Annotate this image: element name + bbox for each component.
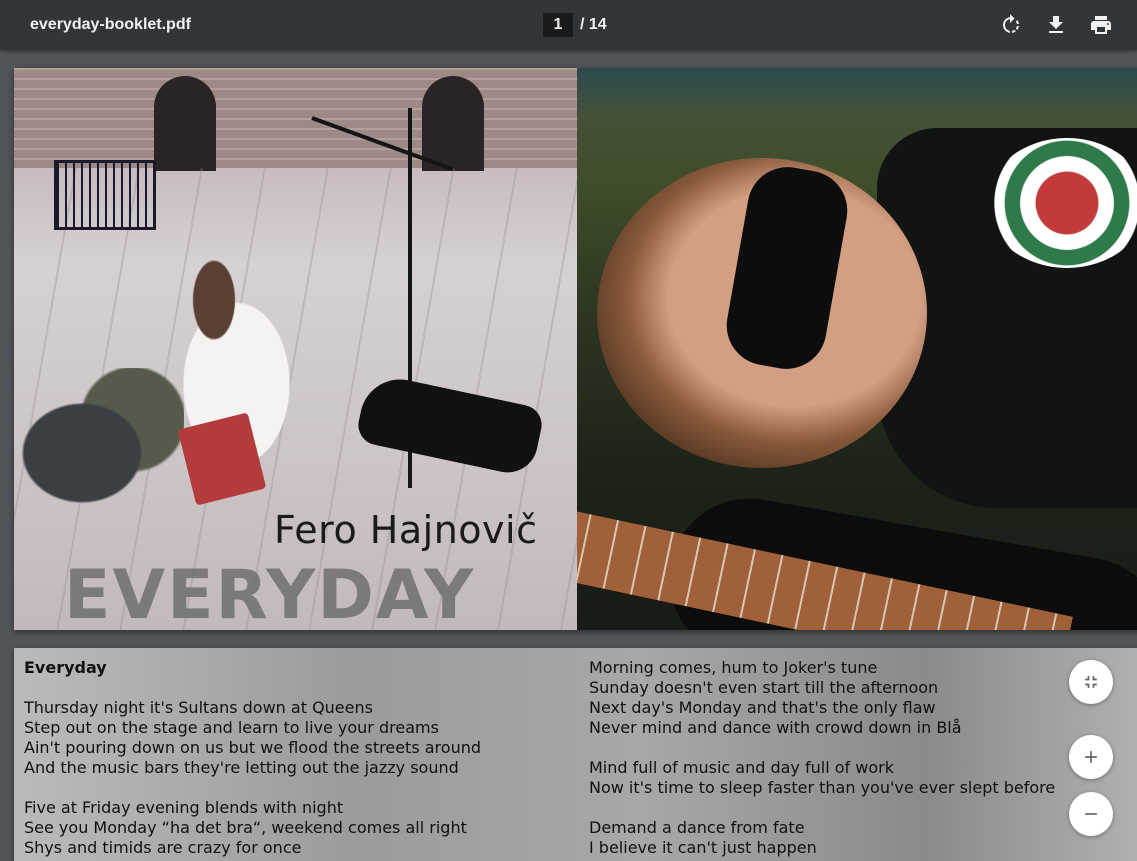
lyrics-line: Never mind and dance with crowd down in … bbox=[589, 718, 962, 737]
building-arch bbox=[154, 76, 216, 171]
lyrics-column-right: Morning comes, hum to Joker's tune Sunda… bbox=[589, 658, 1129, 861]
zoom-in-icon bbox=[1085, 751, 1097, 763]
lyrics-line: I believe it can't just happen bbox=[589, 838, 817, 857]
lyrics-line: Next day's Monday and that's the only fl… bbox=[589, 698, 936, 717]
lyrics-line: And the music bars they're letting out t… bbox=[24, 758, 459, 777]
pdf-page-2: Everyday Thursday night it's Sultans dow… bbox=[14, 648, 1137, 861]
rotate-clockwise-icon[interactable] bbox=[997, 11, 1025, 39]
lyrics-line: Demand a dance from fate bbox=[589, 818, 805, 837]
cover-photo-lying-guitarist bbox=[577, 68, 1137, 630]
download-icon[interactable] bbox=[1042, 11, 1070, 39]
lyrics-stanza: Thursday night it's Sultans down at Quee… bbox=[24, 698, 584, 778]
pdf-toolbar: everyday-booklet.pdf / 14 bbox=[0, 0, 1137, 50]
lyrics-stanza: Mind full of music and day full of work … bbox=[589, 758, 1129, 798]
lyrics-stanza: Five at Friday evening blends with night… bbox=[24, 798, 584, 858]
page-navigator: / 14 bbox=[543, 12, 607, 38]
page-number-input[interactable] bbox=[543, 13, 573, 37]
artist-name: Fero Hajnovič bbox=[274, 508, 538, 552]
zoom-out-button[interactable] bbox=[1069, 792, 1113, 836]
lyrics-line: Mind full of music and day full of work bbox=[589, 758, 894, 777]
shirt-badge bbox=[987, 138, 1137, 268]
lyrics-line: Ain't pouring down on us but we flood th… bbox=[24, 738, 482, 757]
lyrics-column-left: Everyday Thursday night it's Sultans dow… bbox=[24, 658, 584, 861]
lyrics-line: Morning comes, hum to Joker's tune bbox=[589, 658, 878, 677]
album-title: EVERYDAY bbox=[64, 556, 476, 630]
zoom-out-icon bbox=[1085, 813, 1097, 815]
lyrics-stanza: Morning comes, hum to Joker's tune Sunda… bbox=[589, 658, 1129, 738]
fit-to-page-icon bbox=[1085, 676, 1097, 688]
lyrics-line: Step out on the stage and learn to live … bbox=[24, 718, 439, 737]
lyrics-stanza: Demand a dance from fate I believe it ca… bbox=[589, 818, 1129, 858]
building-arch bbox=[422, 76, 484, 171]
song-title: Everyday bbox=[24, 658, 107, 677]
pdf-page-1: Fero Hajnovič EVERYDAY bbox=[14, 68, 1137, 630]
cover-photo-busker: Fero Hajnovič EVERYDAY bbox=[14, 68, 577, 630]
lyrics-line: Thursday night it's Sultans down at Quee… bbox=[24, 698, 373, 717]
railing bbox=[54, 160, 156, 230]
lyrics-line: See you Monday “ha det bra“, weekend com… bbox=[24, 818, 467, 837]
lyrics-line: Five at Friday evening blends with night bbox=[24, 798, 344, 817]
print-icon[interactable] bbox=[1087, 11, 1115, 39]
lyrics-line: Sunday doesn't even start till the after… bbox=[589, 678, 939, 697]
building-facade bbox=[14, 68, 577, 171]
fit-to-page-button[interactable] bbox=[1069, 660, 1113, 704]
zoom-in-button[interactable] bbox=[1069, 735, 1113, 779]
file-title: everyday-booklet.pdf bbox=[30, 16, 191, 33]
lyrics-line: Shys and timids are crazy for once bbox=[24, 838, 302, 857]
lyrics-line: Now it's time to sleep faster than you'v… bbox=[589, 778, 1056, 797]
page-total: / 14 bbox=[580, 16, 607, 33]
pdf-viewport[interactable]: Fero Hajnovič EVERYDAY Everyday Thursday… bbox=[0, 50, 1137, 861]
